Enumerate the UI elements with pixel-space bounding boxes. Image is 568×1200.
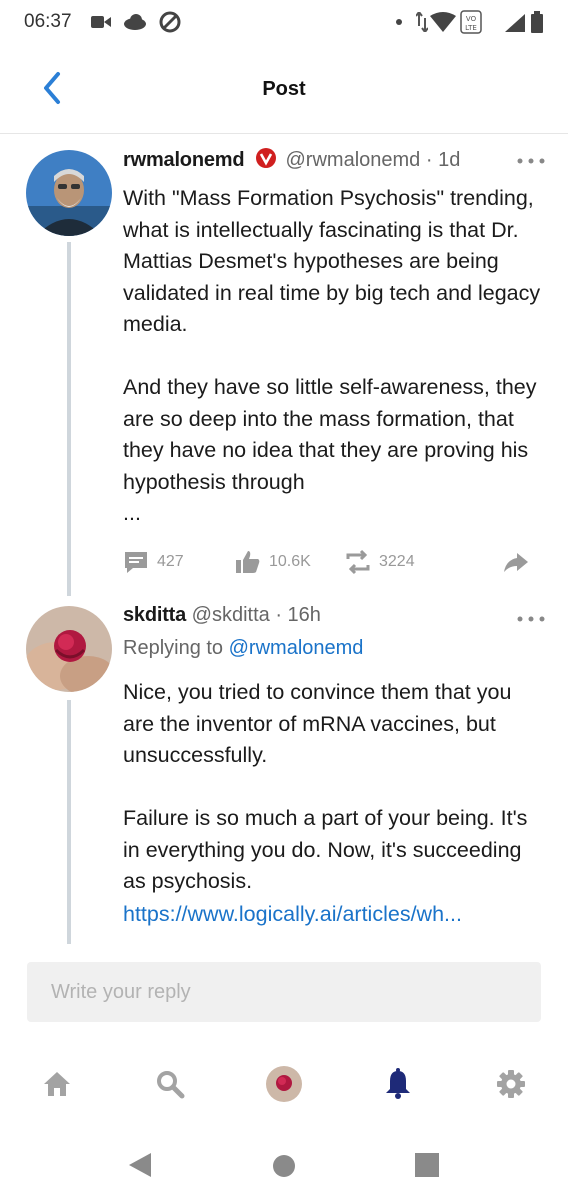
search-icon — [157, 1071, 185, 1099]
replying-to-link[interactable]: @rwmalonemd — [229, 637, 364, 659]
replying-prefix: Replying to — [123, 637, 229, 659]
tab-search[interactable] — [150, 1064, 190, 1104]
notification-dot-icon — [396, 19, 402, 25]
volte-icon: VOLTE — [460, 10, 482, 34]
post-age: · 1d — [425, 149, 461, 171]
reply-age: · 16h — [275, 604, 321, 626]
cloud-icon — [124, 14, 146, 30]
article-link[interactable]: https://www.logically.ai/articles/wh... — [123, 899, 543, 931]
bottom-tab-bar — [0, 1050, 568, 1120]
more-options-icon[interactable] — [516, 156, 546, 166]
like-button[interactable]: 10.6K — [235, 546, 311, 578]
post-text: With "Mass Formation Psychosis" trending… — [123, 186, 541, 525]
profile-avatar-icon — [266, 1066, 302, 1102]
thumbs-up-icon — [236, 551, 260, 573]
status-time: 06:37 — [24, 11, 72, 32]
like-count: 10.6K — [269, 553, 311, 570]
wifi-icon — [430, 12, 456, 32]
share-button[interactable] — [503, 546, 529, 578]
thread-line — [67, 700, 71, 944]
comment-count: 427 — [157, 553, 184, 570]
reply-header: skditta @skditta · 16h — [123, 604, 321, 627]
reply-composer[interactable] — [27, 962, 541, 1022]
repost-button[interactable]: 3224 — [345, 546, 415, 578]
thread-line — [67, 242, 71, 596]
tab-home[interactable] — [37, 1064, 77, 1104]
avatar[interactable] — [26, 606, 112, 692]
system-nav-bar — [0, 1130, 568, 1200]
nav-back-icon[interactable] — [128, 1152, 152, 1178]
comment-button[interactable]: 427 — [123, 546, 184, 578]
battery-icon — [531, 11, 543, 33]
signal-icon — [505, 14, 525, 32]
video-camera-icon — [91, 16, 111, 28]
repost-icon — [346, 549, 370, 575]
page-title: Post — [262, 78, 306, 100]
nav-recents-icon[interactable] — [414, 1152, 440, 1178]
author-handle[interactable]: @rwmalonemd — [286, 149, 421, 171]
tab-profile[interactable] — [264, 1064, 304, 1104]
reply-author-handle[interactable]: @skditta — [192, 604, 270, 626]
bell-icon — [386, 1068, 410, 1099]
share-arrow-icon — [504, 553, 528, 572]
nav-home-icon[interactable] — [272, 1154, 296, 1178]
sync-off-icon — [159, 11, 181, 33]
status-bar: 06:37 VO LTE — [0, 0, 568, 44]
data-arrows-icon — [416, 12, 428, 32]
app-header: Post — [0, 44, 568, 134]
replying-to: Replying to @rwmalonemd — [123, 637, 363, 660]
svg-text:VO: VO — [466, 15, 477, 23]
post-actions: 427 10.6K 3224 — [123, 546, 543, 578]
reply-text: Nice, you tried to convince them that yo… — [123, 680, 528, 893]
more-options-icon[interactable] — [516, 614, 546, 624]
author-name[interactable]: rwmalonemd — [123, 149, 245, 171]
verified-badge-icon — [255, 148, 276, 168]
gear-icon — [497, 1070, 525, 1098]
avatar[interactable] — [26, 150, 112, 236]
repost-count: 3224 — [379, 553, 415, 570]
home-icon — [44, 1072, 70, 1096]
post-header: rwmalonemd @rwmalonemd · 1d — [123, 148, 460, 172]
tab-settings[interactable] — [491, 1064, 531, 1104]
reply-author-name[interactable]: skditta — [123, 604, 186, 626]
tab-notifications[interactable] — [378, 1064, 418, 1104]
comment-icon — [125, 552, 147, 573]
reply-input[interactable] — [27, 962, 541, 1022]
svg-text:LTE: LTE — [465, 24, 477, 32]
